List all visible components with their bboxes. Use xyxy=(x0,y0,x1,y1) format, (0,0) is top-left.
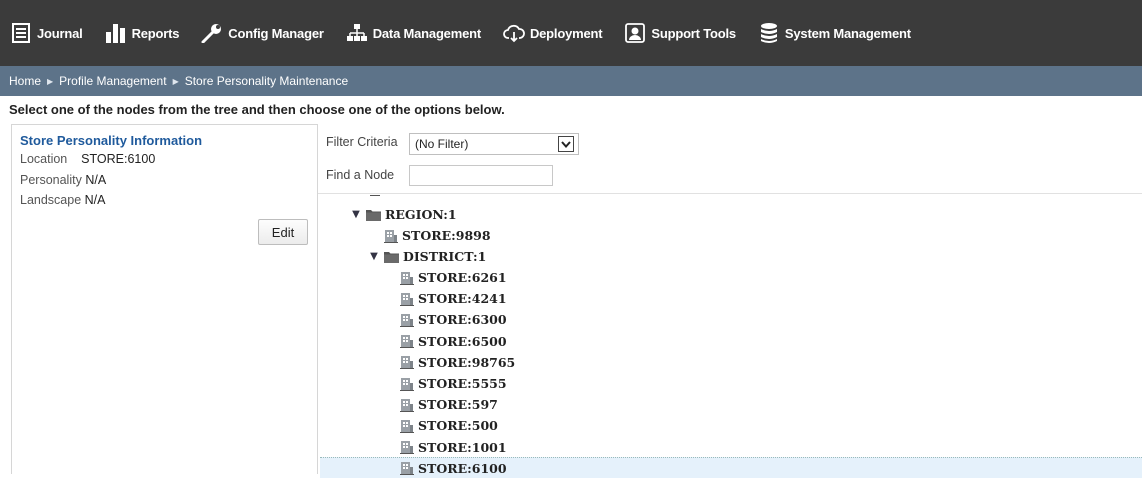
tree-panel: Filter Criteria (No Filter) Find a Node … xyxy=(318,124,1142,478)
tree-node-store[interactable]: STORE:4241 xyxy=(400,288,507,309)
tree-node-store[interactable]: STORE:9898 xyxy=(384,225,491,246)
tree-node-store[interactable]: STORE:6500 xyxy=(400,331,507,352)
cloud-download-icon xyxy=(503,22,525,44)
journal-icon xyxy=(10,22,32,44)
tree-node-label: STORE:500 xyxy=(418,418,498,434)
tree-node-store[interactable]: STORE:6300 xyxy=(400,309,507,330)
expand-toggle-icon[interactable]: ▼ xyxy=(368,251,380,262)
nav-config-manager[interactable]: Config Manager xyxy=(201,22,324,44)
store-personality-info-panel: Store Personality Information Location S… xyxy=(11,124,318,474)
filter-selected-value: (No Filter) xyxy=(415,137,469,151)
personality-value: N/A xyxy=(85,173,107,187)
nav-config-manager-label: Config Manager xyxy=(228,25,324,41)
breadcrumb-profile-management[interactable]: Profile Management xyxy=(59,74,166,88)
expand-toggle-icon[interactable]: ▼ xyxy=(350,209,362,220)
store-building-icon xyxy=(400,356,414,370)
find-node-label: Find a Node xyxy=(326,168,395,182)
breadcrumb-current: Store Personality Maintenance xyxy=(184,74,349,88)
nav-deployment[interactable]: Deployment xyxy=(503,22,603,44)
breadcrumb: Home ▶ Profile Management ▶ Store Person… xyxy=(0,66,1142,96)
find-node-input[interactable] xyxy=(409,165,553,186)
filter-criteria-label: Filter Criteria xyxy=(326,135,398,149)
nav-support-tools-label: Support Tools xyxy=(651,25,736,41)
breadcrumb-home[interactable]: Home xyxy=(9,74,41,88)
hierarchy-icon xyxy=(346,22,368,44)
tree-node-store[interactable]: STORE:6261 xyxy=(400,267,507,288)
nav-system-management-label: System Management xyxy=(784,25,911,41)
nav-data-management[interactable]: Data Management xyxy=(346,22,481,44)
nav-deployment-label: Deployment xyxy=(529,25,603,41)
tree-node-label: STORE:6261 xyxy=(418,270,507,285)
landscape-label: Landscape xyxy=(20,193,82,207)
tree-node-label: REGION:1 xyxy=(385,207,457,222)
tree-node-store[interactable]: STORE:597 xyxy=(400,394,498,415)
info-location-row: Location STORE:6100 xyxy=(20,152,155,166)
tree-node-label: STORE:5555 xyxy=(418,376,507,391)
store-building-icon xyxy=(400,462,414,476)
personality-label: Personality xyxy=(20,173,82,187)
info-title: Store Personality Information xyxy=(20,133,203,148)
store-building-icon xyxy=(400,313,414,327)
tree-node-district[interactable]: ▼ DISTRICT:1 xyxy=(368,246,486,267)
tree-node-label: STORE:4241 xyxy=(418,291,507,307)
tree-node-store[interactable]: STORE:1001 xyxy=(400,437,507,458)
nav-data-management-label: Data Management xyxy=(372,25,481,41)
tree-node-label: STORE:597 xyxy=(418,397,498,413)
info-personality-row: Personality N/A xyxy=(20,173,106,187)
breadcrumb-separator-icon: ▶ xyxy=(47,76,54,86)
tree-node-store[interactable]: STORE:98765 xyxy=(400,352,515,373)
tree-collapse-line xyxy=(370,195,380,196)
location-value: STORE:6100 xyxy=(81,152,156,166)
nav-journal[interactable]: Journal xyxy=(10,22,83,44)
nav-system-management[interactable]: System Management xyxy=(758,22,911,44)
store-building-icon xyxy=(400,377,414,391)
nav-journal-label: Journal xyxy=(37,25,83,41)
tree-node-store[interactable]: STORE:500 xyxy=(400,415,498,436)
store-building-icon xyxy=(400,419,414,433)
folder-icon xyxy=(384,252,399,263)
tree-node-region[interactable]: ▼ REGION:1 xyxy=(350,204,457,225)
bar-chart-icon xyxy=(105,22,127,44)
tree-node-label: DISTRICT:1 xyxy=(403,249,487,264)
edit-button[interactable]: Edit xyxy=(258,219,308,245)
tree-node-store[interactable]: STORE:5555 xyxy=(400,373,507,394)
store-building-icon xyxy=(400,271,414,285)
store-building-icon xyxy=(384,229,398,243)
breadcrumb-separator-icon: ▶ xyxy=(172,76,179,86)
store-building-icon xyxy=(400,292,414,306)
tree-divider xyxy=(318,193,1142,194)
wrench-icon xyxy=(201,22,223,44)
filter-criteria-select[interactable]: (No Filter) xyxy=(409,133,579,155)
support-user-icon xyxy=(624,22,646,44)
tree-node-label: STORE:1001 xyxy=(418,439,507,455)
landscape-value: N/A xyxy=(84,193,106,207)
top-navigation-bar: Journal Reports Config Manager Data Mana… xyxy=(0,0,1142,66)
instructions-text: Select one of the nodes from the tree an… xyxy=(9,102,505,117)
store-building-icon xyxy=(400,398,414,412)
tree-node-label: STORE:98765 xyxy=(418,354,516,370)
nav-support-tools[interactable]: Support Tools xyxy=(624,22,736,44)
chevron-down-icon[interactable] xyxy=(558,136,574,152)
database-icon xyxy=(758,22,780,44)
tree-node-label: STORE:6300 xyxy=(418,312,507,328)
store-building-icon xyxy=(400,335,414,349)
folder-icon xyxy=(366,210,381,221)
tree-node-store-selected[interactable]: STORE:6100 xyxy=(400,458,507,479)
info-landscape-row: Landscape N/A xyxy=(20,193,106,207)
nav-reports-label: Reports xyxy=(131,25,180,41)
nav-reports[interactable]: Reports xyxy=(105,22,180,44)
tree-node-label: STORE:9898 xyxy=(402,228,491,243)
location-label: Location xyxy=(20,152,68,166)
tree-node-label: STORE:6500 xyxy=(418,333,507,349)
store-building-icon xyxy=(400,441,414,455)
